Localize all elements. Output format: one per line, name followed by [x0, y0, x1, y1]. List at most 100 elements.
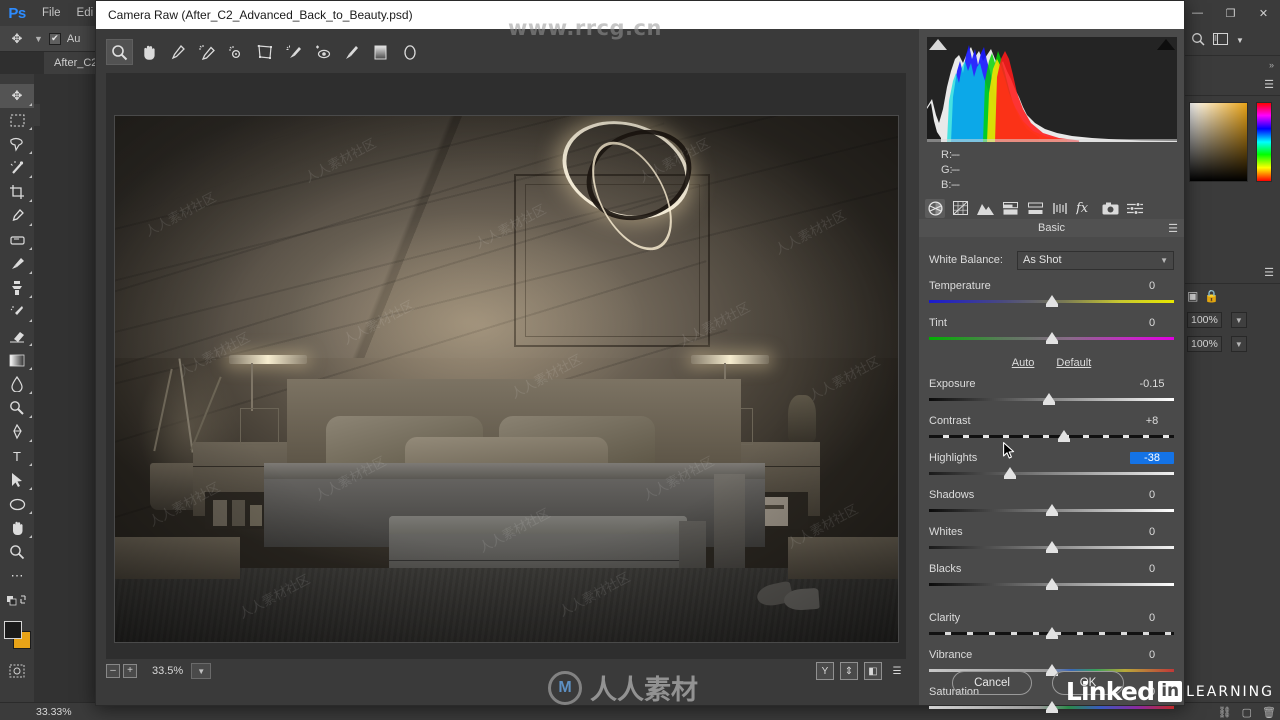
zoom-tool[interactable]: [0, 540, 34, 564]
spot-removal-tool[interactable]: [280, 39, 307, 65]
slider-track-wrap[interactable]: [929, 295, 1174, 308]
slider-value[interactable]: 0: [1130, 563, 1174, 575]
dodge-tool[interactable]: [0, 396, 34, 420]
fill-value[interactable]: 100%: [1187, 336, 1222, 352]
auto-button[interactable]: Auto: [1012, 357, 1035, 369]
slider-thumb[interactable]: [1057, 430, 1070, 442]
white-balance-tool[interactable]: [164, 39, 191, 65]
spot-healing-brush-tool[interactable]: [0, 228, 34, 252]
menu-file[interactable]: File: [34, 0, 69, 26]
effects-tab[interactable]: fx: [1075, 199, 1095, 218]
color-field[interactable]: [1189, 102, 1248, 182]
slider-track-wrap[interactable]: [929, 578, 1174, 591]
crop-tool[interactable]: [0, 180, 34, 204]
detail-tab[interactable]: [975, 199, 995, 218]
eraser-tool[interactable]: [0, 324, 34, 348]
graduated-filter-tool[interactable]: [367, 39, 394, 65]
marquee-tool[interactable]: [0, 108, 34, 132]
search-icon[interactable]: [1191, 32, 1205, 49]
blur-tool[interactable]: [0, 372, 34, 396]
hand-tool[interactable]: [0, 516, 34, 540]
slider-track-wrap[interactable]: [929, 541, 1174, 554]
default-button[interactable]: Default: [1056, 357, 1091, 369]
slider-thumb[interactable]: [1045, 627, 1058, 639]
hand-tool[interactable]: [135, 39, 162, 65]
type-tool[interactable]: T: [0, 444, 34, 468]
slider-thumb[interactable]: [1043, 393, 1056, 405]
slider-value[interactable]: 0: [1130, 280, 1174, 292]
slider-track-wrap[interactable]: [929, 504, 1174, 517]
radial-filter-tool[interactable]: [396, 39, 423, 65]
history-brush-tool[interactable]: [0, 300, 34, 324]
image-preview[interactable]: 人人素材社区 人人素材社区 人人素材社区 人人素材社区 人人素材社区 人人素材社…: [114, 115, 899, 643]
histogram[interactable]: [927, 37, 1177, 142]
white-balance-select[interactable]: As Shot ▼: [1017, 250, 1174, 270]
slider-track-wrap[interactable]: [929, 430, 1174, 443]
cancel-button[interactable]: Cancel: [952, 671, 1032, 695]
chevron-down-icon[interactable]: ▼: [34, 34, 43, 44]
workspace-icon[interactable]: [1213, 33, 1228, 48]
new-layer-icon[interactable]: ▢: [1242, 706, 1252, 719]
slider-thumb[interactable]: [1003, 467, 1016, 479]
move-tool[interactable]: ✥: [0, 84, 34, 108]
red-eye-removal-tool[interactable]: [309, 39, 336, 65]
slider-thumb[interactable]: [1045, 578, 1058, 590]
slider-thumb[interactable]: [1045, 541, 1058, 553]
slider-thumb[interactable]: [1045, 504, 1058, 516]
slider-value[interactable]: 0: [1130, 489, 1174, 501]
camera-calibration-tab[interactable]: [1100, 199, 1120, 218]
minimize-button[interactable]: —: [1181, 0, 1214, 26]
clone-stamp-tool[interactable]: [0, 276, 34, 300]
link-layers-icon[interactable]: ⛓: [1218, 706, 1232, 719]
more-tools-button[interactable]: ⋯: [0, 564, 34, 588]
zoom-tool[interactable]: [106, 39, 133, 65]
tone-curve-tab[interactable]: [950, 199, 970, 218]
opacity-value[interactable]: 100%: [1187, 312, 1222, 328]
default-colors-icon[interactable]: [0, 588, 34, 612]
auto-select-checkbox[interactable]: ✔: [48, 32, 61, 45]
slider-value[interactable]: -38: [1130, 451, 1174, 464]
ok-button[interactable]: OK: [1052, 671, 1124, 695]
slider-track-wrap[interactable]: [929, 467, 1174, 480]
adjustment-brush-tool[interactable]: [338, 39, 365, 65]
slider-value[interactable]: -0.15: [1130, 378, 1174, 390]
slider-value[interactable]: 0: [1130, 612, 1174, 624]
opacity-dropdown-icon[interactable]: ▼: [1230, 312, 1247, 328]
highlight-clipping-warning[interactable]: [1157, 39, 1175, 50]
slider-track-wrap[interactable]: [929, 332, 1174, 345]
pen-tool[interactable]: [0, 420, 34, 444]
chevron-down-icon[interactable]: ▼: [1236, 36, 1244, 45]
basic-tab[interactable]: [925, 198, 945, 218]
eyedropper-tool[interactable]: [0, 204, 34, 228]
magic-wand-tool[interactable]: [0, 156, 34, 180]
crop-tool[interactable]: [251, 39, 278, 65]
move-tool-icon[interactable]: ✥: [6, 29, 28, 49]
foreground-color-swatch[interactable]: [4, 621, 22, 639]
panel-menu-icon[interactable]: ☰: [1168, 219, 1178, 237]
gradient-tool[interactable]: [0, 348, 34, 372]
brush-tool[interactable]: [0, 252, 34, 276]
hue-slider[interactable]: [1256, 102, 1272, 182]
lens-corrections-tab[interactable]: [1050, 199, 1070, 218]
slider-track-wrap[interactable]: [929, 393, 1174, 406]
shadow-clipping-warning[interactable]: [929, 39, 947, 50]
dock-expand-button[interactable]: »: [1181, 56, 1280, 74]
slider-track-wrap[interactable]: [929, 627, 1174, 640]
lasso-tool[interactable]: [0, 132, 34, 156]
lock-icon[interactable]: 🔒: [1204, 289, 1219, 303]
hsl-grayscale-tab[interactable]: [1000, 199, 1020, 218]
split-toning-tab[interactable]: [1025, 199, 1045, 218]
slider-value[interactable]: +8: [1130, 415, 1174, 427]
slider-value[interactable]: 0: [1130, 317, 1174, 329]
status-zoom-level[interactable]: 33.33%: [36, 706, 72, 718]
color-swatches[interactable]: [0, 618, 34, 652]
path-selection-tool[interactable]: [0, 468, 34, 492]
color-picker-area[interactable]: [1189, 102, 1272, 182]
delete-layer-icon[interactable]: 🗑: [1262, 706, 1276, 719]
ellipse-tool[interactable]: [0, 492, 34, 516]
restore-button[interactable]: ❐: [1214, 0, 1247, 26]
slider-thumb[interactable]: [1045, 332, 1058, 344]
quick-mask-button[interactable]: [0, 660, 34, 682]
slider-thumb[interactable]: [1045, 295, 1058, 307]
targeted-adjustment-tool[interactable]: [222, 39, 249, 65]
